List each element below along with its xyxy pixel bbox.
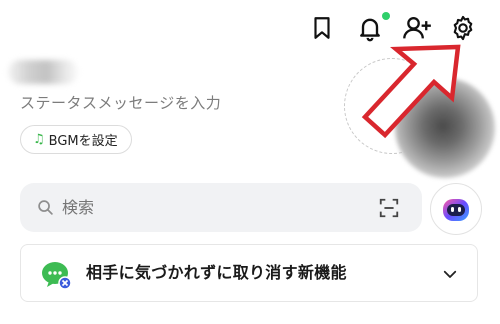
status-message[interactable]: ステータスメッセージを入力	[20, 92, 221, 113]
unsend-chat-icon	[41, 261, 73, 295]
search-bar[interactable]	[20, 183, 422, 232]
feature-banner[interactable]: 相手に気づかれずに取り消す新機能	[20, 244, 478, 302]
profile-name-blurred	[8, 60, 78, 84]
banner-text: 相手に気づかれずに取り消す新機能	[86, 263, 347, 282]
chevron-down-icon[interactable]	[441, 265, 459, 287]
settings-gear-icon[interactable]	[445, 10, 481, 46]
music-note-icon: ♫	[33, 132, 45, 147]
add-friend-icon[interactable]	[399, 10, 435, 46]
notification-dot	[382, 12, 390, 20]
avatar[interactable]	[395, 78, 495, 178]
bgm-button[interactable]: ♫ BGMを設定	[20, 125, 132, 154]
bookmark-icon[interactable]	[304, 10, 340, 46]
ai-assistant-button[interactable]	[430, 183, 482, 235]
qr-scan-icon[interactable]	[378, 197, 400, 223]
bgm-button-label: BGMを設定	[48, 134, 118, 149]
ai-robot-icon	[443, 199, 469, 221]
search-input[interactable]	[62, 183, 362, 232]
search-icon	[37, 199, 54, 220]
